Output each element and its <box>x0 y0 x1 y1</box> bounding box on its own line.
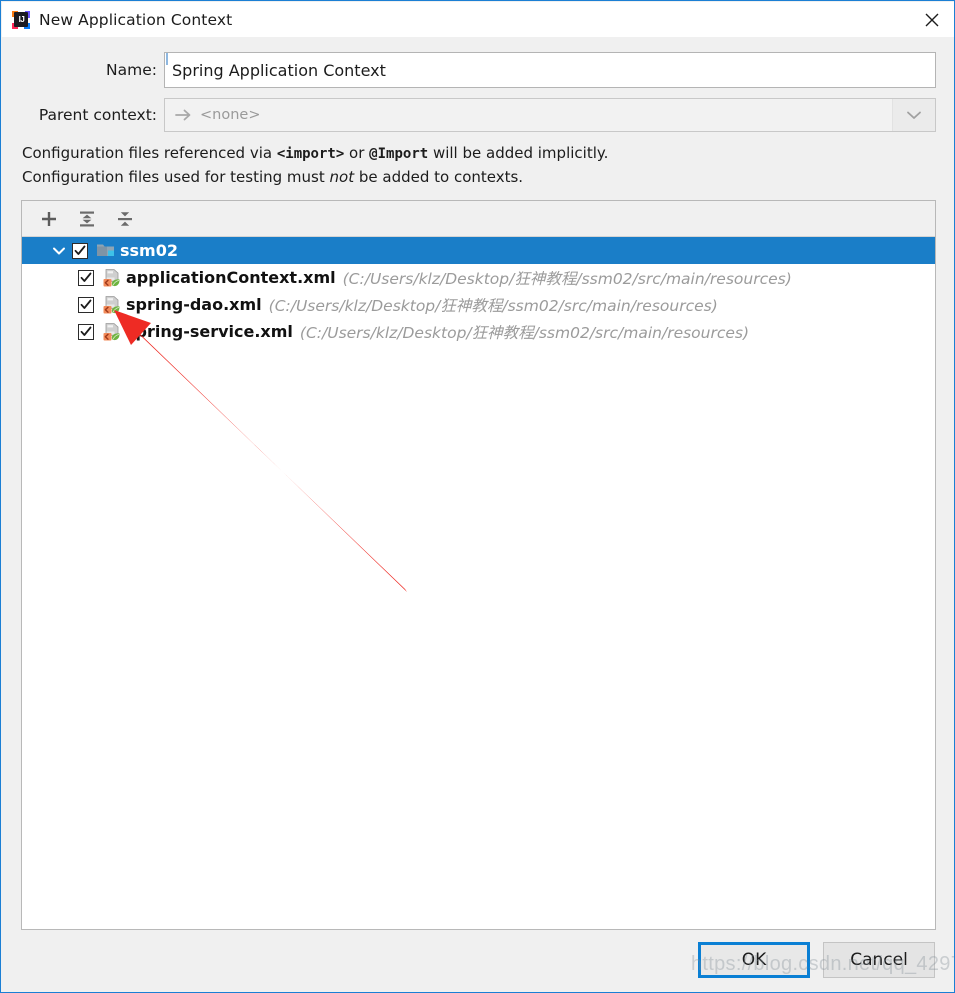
tree-row-label: spring-service.xml <box>126 322 293 341</box>
dialog-footer: OK Cancel <box>1 932 954 992</box>
parent-context-combobox[interactable]: <none> <box>164 98 936 132</box>
expand-all-icon[interactable] <box>68 204 106 234</box>
text-caret <box>166 53 168 65</box>
spring-config-xml-icon <box>102 268 122 288</box>
tree-row-label: spring-dao.xml <box>126 295 262 314</box>
tree-row-label: ssm02 <box>120 241 178 260</box>
description-line-1: Configuration files referenced via <impo… <box>22 144 608 162</box>
parent-context-label: Parent context: <box>38 106 157 124</box>
chevron-down-icon[interactable] <box>46 238 72 264</box>
tree-row-label: applicationContext.xml <box>126 268 336 287</box>
spring-config-xml-icon <box>102 295 122 315</box>
cancel-button[interactable]: Cancel <box>823 942 935 978</box>
spring-config-xml-icon <box>102 322 122 342</box>
desc1-part2: or <box>344 144 370 162</box>
checkbox-ssm02[interactable] <box>72 242 88 259</box>
title-bar: IJ New Application Context <box>2 2 954 37</box>
window-title: New Application Context <box>39 10 233 29</box>
parent-context-value: <none> <box>200 107 261 123</box>
checkbox-applicationcontext-xml[interactable] <box>78 269 94 286</box>
plus-icon[interactable] <box>30 204 68 234</box>
desc1-code-at-import: @Import <box>369 146 429 162</box>
desc2-part1: Configuration files used for testing mus… <box>22 168 330 186</box>
desc1-part1: Configuration files referenced via <box>22 144 277 162</box>
chevron-down-icon[interactable] <box>892 99 935 131</box>
checkbox-spring-dao-xml[interactable] <box>78 296 94 313</box>
tree-row-path: (C:/Users/klz/Desktop/狂神教程/ssm02/src/mai… <box>299 323 750 342</box>
tree-row-path: (C:/Users/klz/Desktop/狂神教程/ssm02/src/mai… <box>268 296 718 315</box>
description-line-2: Configuration files used for testing mus… <box>22 168 523 186</box>
desc1-code-import: <import> <box>276 146 345 162</box>
tree-row[interactable]: spring-service.xml (C:/Users/klz/Desktop… <box>22 318 935 345</box>
tree-row-path: (C:/Users/klz/Desktop/狂神教程/ssm02/src/mai… <box>342 269 792 288</box>
parent-context-row: Parent context: <none> <box>21 97 936 133</box>
desc2-part2: be added to contexts. <box>354 168 524 186</box>
name-label: Name: <box>106 61 157 79</box>
tree-row[interactable]: spring-dao.xml (C:/Users/klz/Desktop/狂神教… <box>22 291 935 318</box>
desc2-emphasis-not: not <box>329 168 355 186</box>
desc1-part3: will be added implicitly. <box>428 144 609 162</box>
new-application-context-dialog: IJ New Application Context Name: Parent … <box>0 0 955 993</box>
name-input[interactable] <box>164 52 936 88</box>
config-files-tree: ssm02 applicationContext.xml (C:/Users/k… <box>22 237 935 929</box>
name-input-wrapper <box>164 52 936 88</box>
collapse-all-icon[interactable] <box>106 204 144 234</box>
checkbox-spring-service-xml[interactable] <box>78 323 94 340</box>
close-icon[interactable] <box>909 3 954 37</box>
tree-toolbar <box>22 201 935 237</box>
ok-button[interactable]: OK <box>698 942 810 978</box>
intellij-idea-icon: IJ <box>12 10 30 29</box>
config-files-panel: ssm02 applicationContext.xml (C:/Users/k… <box>21 200 936 930</box>
tree-row[interactable]: applicationContext.xml (C:/Users/klz/Des… <box>22 264 935 291</box>
name-row: Name: <box>21 51 936 89</box>
module-folder-icon <box>96 241 116 261</box>
arrow-right-icon <box>175 108 193 122</box>
tree-row[interactable]: ssm02 <box>22 237 935 264</box>
